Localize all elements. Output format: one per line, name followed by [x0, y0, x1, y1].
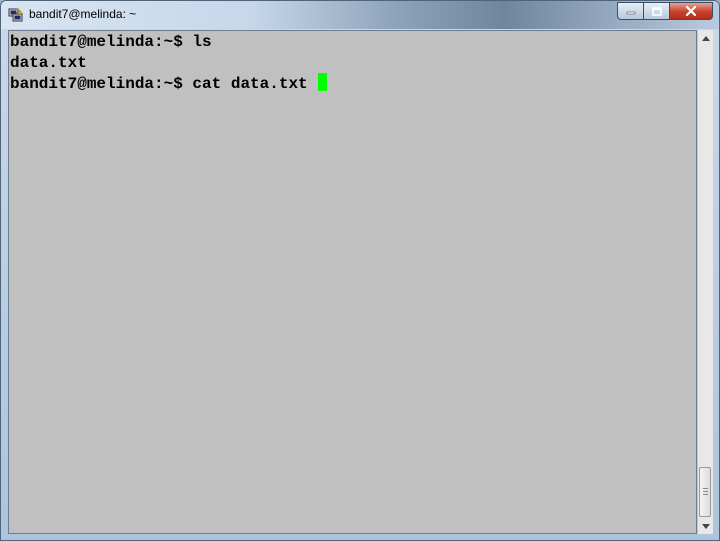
text-cursor [318, 73, 328, 91]
scroll-down-arrow-icon [701, 523, 710, 529]
minimize-button[interactable] [617, 2, 644, 20]
minimize-icon [626, 11, 635, 15]
scroll-up-button[interactable] [698, 30, 713, 46]
title-bar[interactable]: bandit7@melinda: ~ [1, 1, 719, 29]
terminal-line-text: bandit7@melinda:~$ cat data.txt [10, 75, 318, 93]
grip-line [703, 494, 708, 495]
scroll-down-button[interactable] [698, 518, 713, 534]
terminal-output[interactable]: bandit7@melinda:~$ ls data.txt bandit7@m… [8, 30, 697, 534]
close-icon [685, 6, 697, 16]
scrollbar-thumb[interactable] [699, 467, 711, 517]
window-title: bandit7@melinda: ~ [29, 7, 137, 21]
close-button[interactable] [669, 2, 713, 20]
grip-line [703, 491, 708, 492]
maximize-button[interactable] [643, 2, 670, 20]
terminal-line: data.txt [10, 53, 87, 72]
scroll-up-arrow-icon [701, 35, 710, 41]
vertical-scrollbar[interactable] [697, 30, 713, 534]
terminal-line: bandit7@melinda:~$ cat data.txt [10, 73, 696, 94]
putty-icon[interactable] [8, 7, 24, 23]
grip-line [703, 488, 708, 489]
terminal-line: bandit7@melinda:~$ ls [10, 33, 212, 51]
terminal-window: bandit7@melinda: ~ bandit7@melinda:~$ ls… [0, 0, 720, 541]
maximize-icon [651, 6, 662, 16]
